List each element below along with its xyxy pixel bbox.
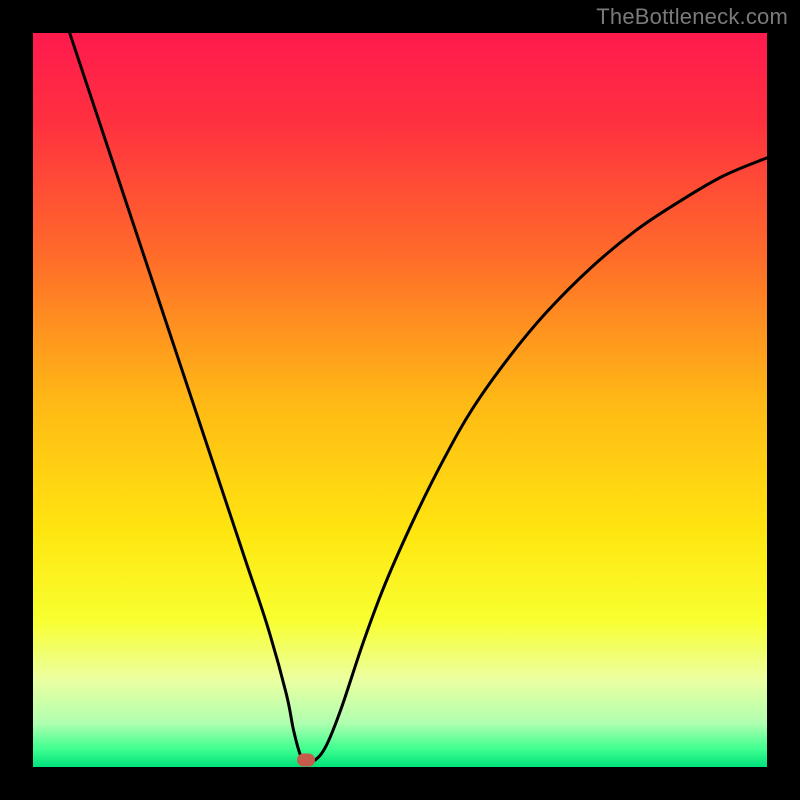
minimum-marker	[297, 753, 315, 766]
watermark-label: TheBottleneck.com	[596, 4, 788, 30]
bottleneck-curve	[33, 33, 767, 767]
chart-frame: TheBottleneck.com	[0, 0, 800, 800]
plot-area	[33, 33, 767, 767]
